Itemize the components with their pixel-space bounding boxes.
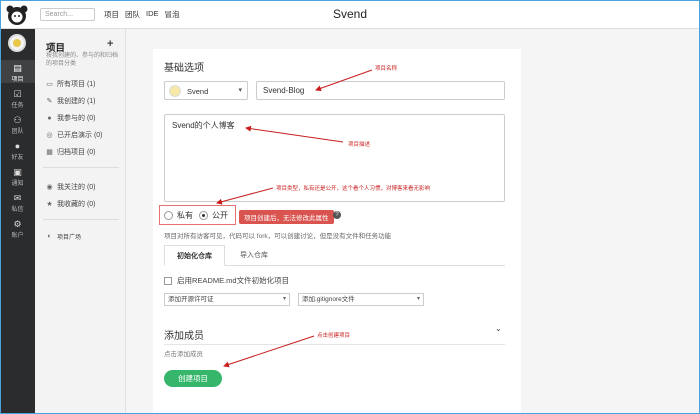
- sidebar-item-starred[interactable]: ★ 我收藏的 (0): [46, 199, 96, 209]
- basic-options-heading: 基础选项: [164, 63, 204, 74]
- plaza-icon: ◐: [47, 233, 52, 240]
- help-icon[interactable]: ?: [333, 211, 341, 219]
- rail-label: 团队: [11, 129, 24, 135]
- radio-label: 公开: [212, 211, 228, 220]
- rail-label: 项目: [11, 77, 24, 83]
- sidebar-item-watched[interactable]: ◉ 我关注的 (0): [46, 182, 96, 192]
- checkbox-label: 启用README.md文件初始化项目: [177, 276, 290, 285]
- project-icon: ▤: [13, 63, 22, 73]
- chevron-down-icon: ▾: [282, 296, 286, 302]
- rail-item-notifications[interactable]: ▣ 通知: [0, 164, 35, 187]
- rail-item-tasks[interactable]: ☑ 任务: [0, 86, 35, 109]
- page-title: Svend: [332, 7, 368, 21]
- rail-label: 通知: [11, 181, 24, 187]
- create-project-form: 基础选项 Svend ▾ Svend-Blog Svend的个人博客 私有 公开…: [153, 49, 521, 414]
- edit-icon: ✎: [46, 97, 53, 105]
- sidebar-item-label: 项目广场: [57, 235, 82, 241]
- folder-icon: ▭: [46, 80, 53, 88]
- top-bar: Search... 项目 团队 IDE 冒泡 Svend: [0, 0, 700, 29]
- add-members-link[interactable]: 点击添加成员: [164, 348, 203, 358]
- owner-avatar: [169, 85, 181, 97]
- sidebar-item-demo[interactable]: ◎ 已开启演示 (0): [46, 130, 103, 140]
- sidebar-item-label: 我收藏的 (0): [57, 201, 96, 208]
- rail-item-team[interactable]: ⚇ 团队: [0, 112, 35, 135]
- visibility-warning-badge: 项目创建后，无法修改此属性: [239, 210, 334, 224]
- sidebar-item-label: 我创建的 (1): [57, 98, 96, 105]
- readme-checkbox[interactable]: 启用README.md文件初始化项目: [164, 275, 289, 286]
- visibility-note: 项目对所有访客可见，代码可以 fork，可以创建讨论，但是没有文件和任务功能: [164, 233, 392, 240]
- sidebar-item-label: 所有项目 (1): [57, 81, 96, 88]
- create-project-button[interactable]: 创建项目: [164, 370, 222, 387]
- user-icon: ●: [47, 114, 52, 122]
- gitignore-select[interactable]: 添加.gitignore文件 ▾: [298, 293, 424, 306]
- radio-public[interactable]: 公开: [199, 210, 228, 221]
- select-value: 添加开源许可证: [168, 296, 214, 303]
- sidebar-item-created[interactable]: ✎ 我创建的 (1): [46, 96, 96, 106]
- sidebar-item-label: 已开启演示 (0): [57, 132, 103, 139]
- rail-label: 任务: [11, 103, 24, 109]
- sidebar-item-label: 我参与的 (0): [57, 115, 96, 122]
- project-sidebar: 项目 + 按我创建的、参与的和归档的项目分类 ▭ 所有项目 (1) ✎ 我创建的…: [35, 29, 126, 414]
- sidebar-item-joined[interactable]: ● 我参与的 (0): [46, 113, 96, 123]
- rail-item-account[interactable]: ⚙ 账户: [0, 216, 35, 239]
- sidebar-divider: [43, 219, 119, 220]
- sidebar-item-archived[interactable]: ▦ 归档项目 (0): [46, 147, 96, 157]
- eye-icon: ◉: [46, 183, 53, 191]
- annotation-type: 项目类型，私有还是公开，这个看个人习惯，对博客来看无影响: [276, 186, 431, 192]
- star-icon: ★: [46, 200, 53, 208]
- rail-item-projects[interactable]: ▤ 项目: [0, 60, 35, 83]
- radio-label: 私有: [177, 211, 193, 220]
- account-icon: ⚙: [13, 219, 22, 229]
- members-divider: [164, 344, 505, 345]
- tab-init-repo[interactable]: 初始化仓库: [164, 245, 225, 266]
- rail-label: 私信: [11, 207, 24, 213]
- chevron-down-icon[interactable]: ⌄: [495, 324, 502, 333]
- tab-import-repo[interactable]: 导入仓库: [225, 245, 283, 266]
- avatar[interactable]: [8, 34, 26, 52]
- friends-icon: ●: [14, 141, 21, 151]
- sidebar-subtitle: 按我创建的、参与的和归档的项目分类: [46, 53, 119, 67]
- annotation-create: 点击创建项目: [317, 333, 351, 339]
- owner-select[interactable]: Svend ▾: [164, 81, 248, 100]
- sidebar-item-plaza[interactable]: ◐ 项目广场: [46, 232, 81, 241]
- rail-label: 好友: [11, 155, 24, 161]
- sidebar-divider: [43, 167, 119, 168]
- add-members-heading: 添加成员: [164, 331, 204, 342]
- project-name-input[interactable]: Svend-Blog: [256, 81, 505, 100]
- notification-icon: ▣: [13, 167, 22, 177]
- radio-private[interactable]: 私有: [164, 210, 193, 221]
- sidebar-item-label: 我关注的 (0): [57, 184, 96, 191]
- message-icon: ✉: [13, 193, 22, 203]
- rail-label: 账户: [11, 233, 24, 239]
- rail-item-messages[interactable]: ✉ 私信: [0, 190, 35, 213]
- annotation-desc: 项目描述: [348, 142, 371, 148]
- left-rail: ▤ 项目 ☑ 任务 ⚇ 团队 ● 好友 ▣ 通知 ✉ 私信 ⚙ 账户: [0, 29, 35, 414]
- rail-item-friends[interactable]: ● 好友: [0, 138, 35, 161]
- archive-icon: ▦: [46, 148, 53, 156]
- demo-icon: ◎: [46, 131, 53, 139]
- radio-circle: [164, 211, 173, 220]
- tasks-icon: ☑: [13, 89, 22, 99]
- owner-name: Svend: [187, 87, 209, 96]
- select-value: 添加.gitignore文件: [302, 296, 355, 303]
- checkbox-box: [164, 276, 172, 285]
- annotation-name: 项目名称: [375, 66, 398, 72]
- license-select[interactable]: 添加开源许可证 ▾: [164, 293, 290, 306]
- main-content: 基础选项 Svend ▾ Svend-Blog Svend的个人博客 私有 公开…: [126, 29, 700, 414]
- team-icon: ⚇: [13, 115, 22, 125]
- chevron-down-icon: ▾: [416, 296, 420, 302]
- add-project-icon[interactable]: +: [107, 38, 113, 50]
- sidebar-item-all[interactable]: ▭ 所有项目 (1): [46, 79, 96, 89]
- chevron-down-icon: ▾: [238, 87, 242, 94]
- sidebar-item-label: 归档项目 (0): [57, 149, 96, 156]
- repo-tabs: 初始化仓库 导入仓库: [164, 245, 505, 266]
- radio-circle: [199, 211, 208, 220]
